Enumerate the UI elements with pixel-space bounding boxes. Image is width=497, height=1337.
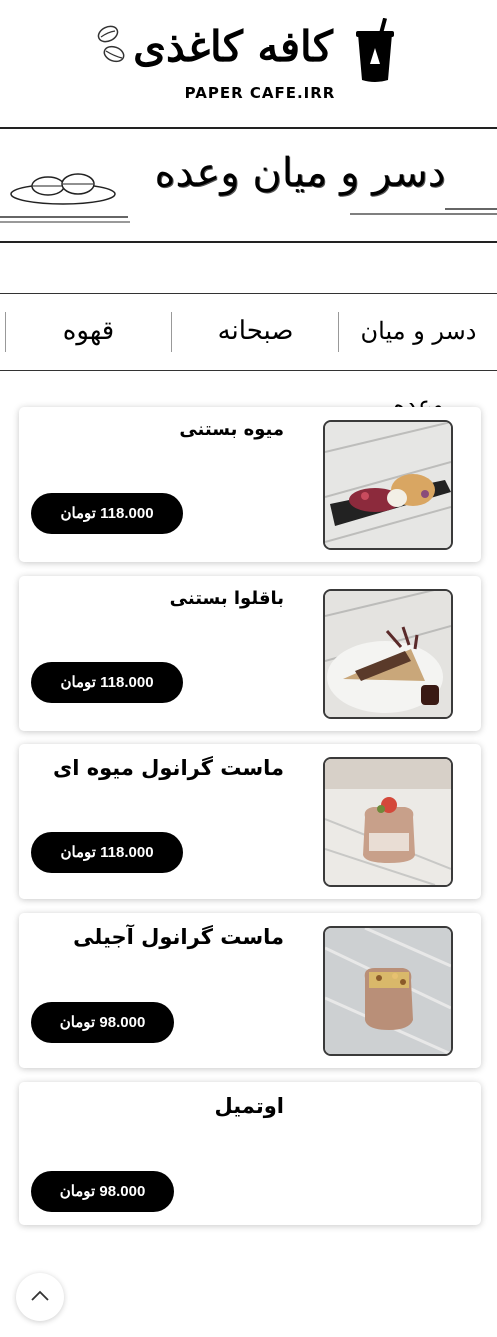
coffee-cup-icon <box>356 18 394 82</box>
menu-item-card[interactable]: ماست گرانول آجیلی 98.000 تومان <box>19 913 481 1068</box>
menu-item-card[interactable]: ماست گرانول میوه ای 118.000 تومان <box>19 744 481 899</box>
tab-coffee[interactable]: قهوه <box>6 294 171 370</box>
site-logo[interactable]: کافه کاغذی PAPER CAFE.IRR <box>0 0 497 128</box>
category-tabs: دسر و میان وعده صبحانه قهوه <box>0 293 497 419</box>
tab-desserts-snacks[interactable]: دسر و میان وعده <box>340 294 497 419</box>
item-name: ماست گرانول آجیلی <box>73 925 284 949</box>
item-price-button[interactable]: 98.000 تومان <box>31 1171 174 1212</box>
chevron-up-icon <box>31 1290 49 1301</box>
item-image[interactable] <box>323 589 453 719</box>
banner-title: دسر و میان وعده <box>154 150 446 196</box>
item-name: باقلوا بستنی <box>169 588 284 609</box>
banner-divider <box>0 241 497 243</box>
tab-separator <box>338 312 339 352</box>
item-name: ماست گرانول میوه ای <box>52 756 284 780</box>
item-price-button[interactable]: 98.000 تومان <box>31 1002 174 1043</box>
logo-text: کافه کاغذی <box>133 22 333 71</box>
menu-item-card[interactable]: اوتمیل 98.000 تومان <box>19 1082 481 1225</box>
banner-decor-lines-right <box>350 208 497 215</box>
tab-separator <box>5 312 6 352</box>
item-price-button[interactable]: 118.000 تومان <box>31 832 183 873</box>
scroll-to-top-button[interactable] <box>16 1273 64 1321</box>
item-name: میوه بستنی <box>179 419 284 440</box>
item-price-button[interactable]: 118.000 تومان <box>31 493 183 534</box>
tab-separator <box>171 312 172 352</box>
banner-decor-lines-left <box>0 216 130 223</box>
item-image[interactable] <box>323 420 453 550</box>
item-image[interactable] <box>323 757 453 887</box>
menu-item-card[interactable]: باقلوا بستنی 118.000 تومان <box>19 576 481 731</box>
item-name: اوتمیل <box>214 1094 284 1118</box>
logo-subtitle: PAPER CAFE.IRR <box>184 84 336 102</box>
item-price-button[interactable]: 118.000 تومان <box>31 662 183 703</box>
tab-breakfast[interactable]: صبحانه <box>173 294 338 370</box>
menu-item-card[interactable]: میوه بستنی 118.000 تومان <box>19 407 481 562</box>
header-divider <box>0 127 497 129</box>
item-image[interactable] <box>323 926 453 1056</box>
